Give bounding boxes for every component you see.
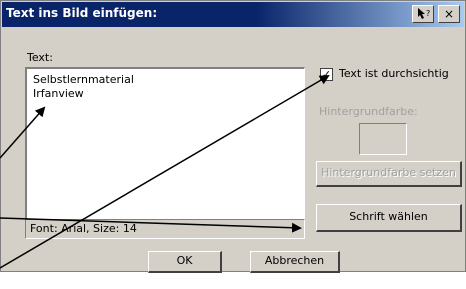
window-title: Text ins Bild einfügen: (6, 6, 158, 20)
text-line: Selbstlernmaterial (33, 73, 134, 86)
transparent-checkbox-label[interactable]: Text ist durchsichtig (339, 67, 449, 80)
insert-text-dialog: Text ins Bild einfügen: ? × Text: Selbst… (0, 0, 466, 273)
text-line: Irfanview (33, 87, 84, 100)
svg-text:?: ? (426, 9, 430, 18)
text-label: Text: (27, 51, 53, 64)
context-help-icon-glyph: ? (418, 8, 430, 19)
choose-font-button[interactable]: Schrift wählen (316, 204, 462, 232)
close-button[interactable]: × (438, 5, 460, 23)
cancel-button[interactable]: Abbrechen (250, 251, 340, 273)
text-input-area[interactable]: Selbstlernmaterial Irfanview (25, 67, 305, 229)
transparent-checkbox[interactable]: ✓ (320, 68, 333, 81)
title-bar: Text ins Bild einfügen: ? × (2, 2, 464, 27)
close-icon: × (443, 7, 455, 21)
ok-button[interactable]: OK (148, 251, 222, 273)
font-info-field: Font: Arial, Size: 14 (25, 219, 305, 239)
background-color-label: Hintergrundfarbe: (319, 105, 418, 118)
context-help-icon[interactable]: ? (412, 5, 434, 23)
background-color-swatch (359, 123, 407, 155)
checkmark-icon: ✓ (321, 68, 332, 81)
set-background-color-button[interactable]: Hintergrundfarbe setzen (316, 161, 462, 187)
